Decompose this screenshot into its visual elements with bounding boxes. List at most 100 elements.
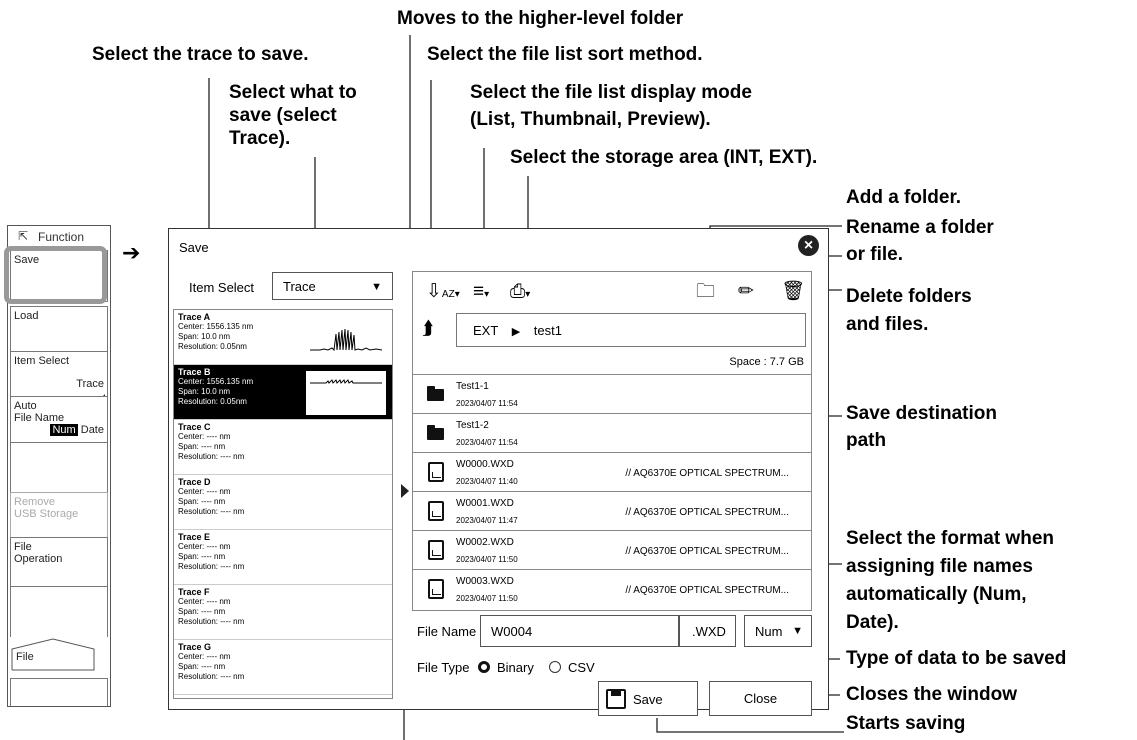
softkey-item-select-label: Item Select	[14, 355, 70, 367]
softkey-blank-1[interactable]	[10, 442, 108, 494]
file-row[interactable]: W0001.WXD 2023/04/07 11:47 // AQ6370E OP…	[413, 491, 811, 530]
arrow-right-icon: ➔	[122, 240, 141, 265]
name-format-dropdown[interactable]: Num ▼	[744, 615, 812, 647]
trash-icon: 🗑	[781, 281, 806, 302]
storage-area-button[interactable]: ⎙▾	[510, 282, 530, 305]
trace-item[interactable]: Trace G Center: ---- nm Span: ---- nm Re…	[174, 640, 392, 695]
callout-delete-2: and files.	[846, 314, 929, 335]
function-icon: ⇱	[18, 229, 29, 243]
trace-center: Center: ---- nm	[178, 542, 231, 551]
file-row[interactable]: W0003.WXD 2023/04/07 11:50 // AQ6370E OP…	[413, 569, 811, 608]
save-button[interactable]: Save	[598, 681, 698, 716]
softkey-auto-label: Auto	[14, 400, 37, 412]
add-folder-button[interactable]: 🗀	[696, 282, 715, 302]
callout-starts-saving: Starts saving	[846, 713, 966, 734]
trace-item[interactable]: Trace D Center: ---- nm Span: ---- nm Re…	[174, 475, 392, 530]
trace-span: Span: ---- nm	[178, 497, 226, 506]
softkey-file-tab[interactable]: File	[10, 637, 108, 671]
callout-display-mode-2: (List, Thumbnail, Preview).	[470, 109, 711, 130]
trace-thumbnail	[310, 328, 383, 352]
trace-center: Center: ---- nm	[178, 597, 231, 606]
close-icon[interactable]: ×	[798, 235, 819, 256]
file-date: 2023/04/07 11:54	[456, 399, 518, 408]
display-mode-button[interactable]: ≡▾	[473, 282, 489, 305]
file-row[interactable]: W0000.WXD 2023/04/07 11:40 // AQ6370E OP…	[413, 452, 811, 491]
trace-resolution: Resolution: ---- nm	[178, 452, 245, 461]
callout-add-folder: Add a folder.	[846, 187, 962, 208]
softkey-load-label: Load	[14, 310, 39, 322]
trace-resolution: Resolution: ---- nm	[178, 672, 245, 681]
folder-icon	[427, 425, 444, 440]
file-name: W0000.WXD	[456, 459, 514, 470]
file-row[interactable]: W0002.WXD 2023/04/07 11:50 // AQ6370E OP…	[413, 530, 811, 569]
file-row-folder[interactable]: Test1-2 2023/04/07 11:54	[413, 413, 811, 452]
free-space: Space : 7.7 GB	[729, 356, 804, 368]
softkey-auto-file-name[interactable]: Auto File Name Num Date	[10, 396, 108, 448]
file-name-input[interactable]: W0004	[480, 615, 679, 647]
trace-name: Trace G	[178, 642, 212, 652]
item-select-dropdown[interactable]: Trace ▼	[272, 272, 393, 300]
callout-format-1: Select the format when	[846, 528, 1054, 549]
callout-display-mode-1: Select the file list display mode	[470, 82, 752, 103]
callout-rename-1: Rename a folder	[846, 217, 994, 238]
radio-unchecked-icon	[549, 661, 561, 673]
softkey-blank-3[interactable]	[10, 678, 108, 706]
trace-name: Trace C	[178, 422, 211, 432]
trace-span: Span: ---- nm	[178, 442, 226, 451]
trace-item[interactable]: Trace C Center: ---- nm Span: ---- nm Re…	[174, 420, 392, 475]
file-name: W0003.WXD	[456, 576, 514, 587]
rename-button[interactable]: ✏	[738, 282, 754, 302]
file-type-csv-label: CSV	[568, 660, 595, 675]
softkey-num-option: Num	[50, 424, 78, 436]
list-pointer-icon	[401, 484, 409, 498]
file-date: 2023/04/07 11:54	[456, 438, 518, 447]
file-name: Test1-2	[456, 420, 489, 431]
callout-what-to-save-1: Select what to	[229, 82, 357, 103]
trace-item-selected[interactable]: Trace B Center: 1556.135 nm Span: 10.0 n…	[174, 365, 392, 420]
file-type-binary-radio[interactable]: Binary	[478, 660, 534, 675]
trace-span: Span: ---- nm	[178, 662, 226, 671]
trace-name: Trace F	[178, 587, 210, 597]
softkey-blank-2[interactable]	[10, 586, 108, 638]
dropdown-caret-icon: ▼	[792, 625, 803, 637]
waveform-file-icon	[428, 540, 444, 560]
radio-checked-icon	[478, 661, 490, 673]
softkey-file-name-label: File Name	[14, 412, 65, 424]
save-key-highlight	[4, 246, 107, 304]
item-select-value: Trace	[283, 279, 316, 294]
delete-button[interactable]: 🗑	[781, 282, 805, 302]
softkey-file-operation[interactable]: File Operation	[10, 537, 108, 589]
trace-name: Trace E	[178, 532, 211, 542]
file-name-label: File Name	[417, 624, 477, 639]
callout-format-4: Date).	[846, 612, 899, 633]
file-description: // AQ6370E OPTICAL SPECTRUM...	[625, 507, 789, 518]
callout-format-2: assigning file names	[846, 556, 1033, 577]
file-type-csv-radio[interactable]: CSV	[549, 660, 595, 675]
file-date: 2023/04/07 11:47	[456, 516, 518, 525]
softkey-operation-label: Operation	[14, 553, 63, 565]
file-row-folder[interactable]: Test1-1 2023/04/07 11:54	[413, 374, 811, 413]
trace-item[interactable]: Trace A Center: 1556.135 nm Span: 10.0 n…	[174, 310, 392, 365]
file-name: W0002.WXD	[456, 537, 514, 548]
file-date: 2023/04/07 11:50	[456, 594, 518, 603]
file-name: Test1-1	[456, 381, 489, 392]
callout-select-trace: Select the trace to save.	[92, 44, 309, 65]
up-folder-button[interactable]: ⮭	[422, 319, 433, 339]
softkey-file-tab-label: File	[16, 651, 34, 663]
dropdown-caret-icon: ▼	[371, 281, 382, 293]
dialog-title: Save	[179, 240, 209, 255]
callout-what-to-save-2: save (select	[229, 105, 337, 126]
function-menu-header[interactable]: ⇱ Function	[8, 226, 110, 246]
trace-item[interactable]: Trace E Center: ---- nm Span: ---- nm Re…	[174, 530, 392, 585]
path-folder: test1	[533, 323, 562, 338]
floppy-disk-icon	[606, 689, 626, 709]
save-destination-path: EXT ▶ test1	[456, 313, 806, 347]
file-type-binary-label: Binary	[497, 660, 534, 675]
trace-resolution: Resolution: ---- nm	[178, 507, 245, 516]
path-drive: EXT	[473, 323, 499, 338]
waveform-file-icon	[428, 501, 444, 521]
trace-item[interactable]: Trace F Center: ---- nm Span: ---- nm Re…	[174, 585, 392, 640]
sort-button[interactable]: ⇩AZ▾	[426, 282, 460, 305]
callout-type-of-data: Type of data to be saved	[846, 648, 1067, 669]
close-button[interactable]: Close	[709, 681, 812, 716]
